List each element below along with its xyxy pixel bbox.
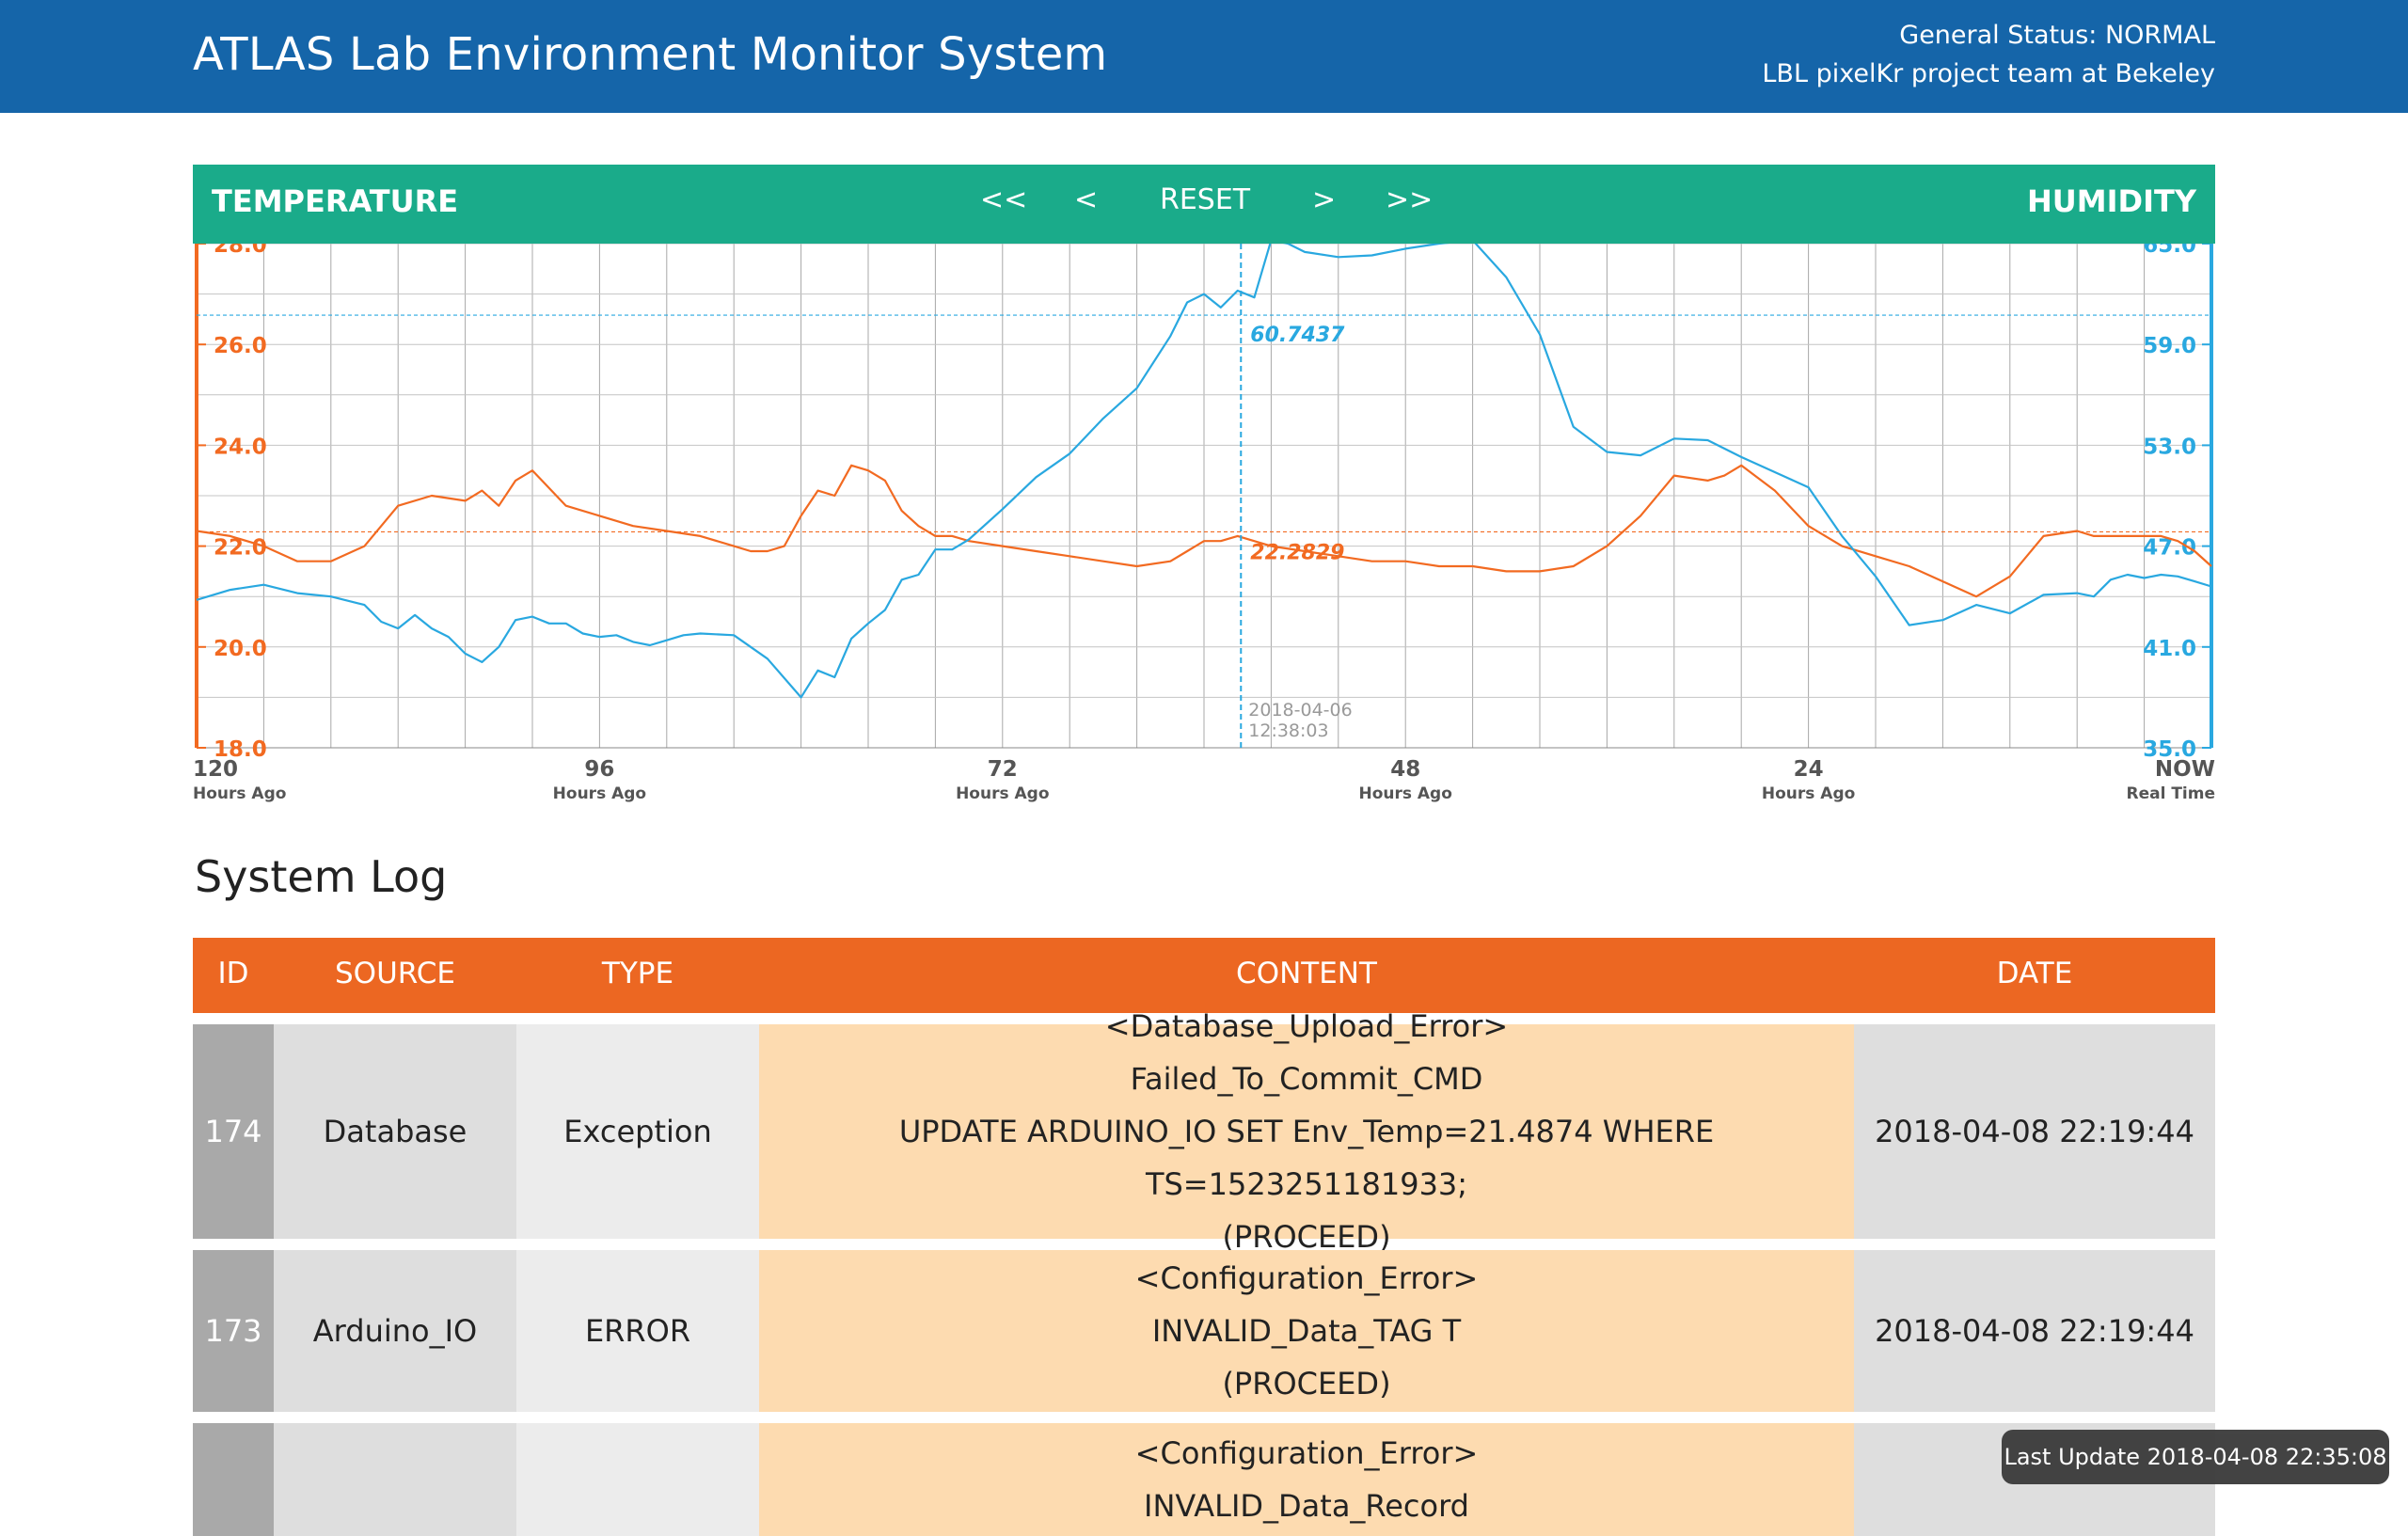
team-label: LBL pixelKr project team at Bekeley — [1762, 59, 2215, 88]
general-status: General Status: NORMAL — [1899, 21, 2215, 50]
cursor-humidity-label: 60.7437 — [1250, 324, 1345, 347]
content-line: <Database_Upload_Error> — [1104, 1008, 1509, 1044]
x-axis-tick-label: NOW — [2155, 757, 2215, 782]
table-row: 173 Arduino_IO ERROR <Configuration_Erro… — [193, 1250, 2215, 1412]
row-content: <Database_Upload_Error> Failed_To_Commit… — [759, 1008, 1854, 1255]
x-axis-tick-sublabel: Hours Ago — [1762, 784, 1855, 803]
row-type: Exception — [516, 1024, 759, 1239]
row-type — [516, 1423, 759, 1536]
row-date: 2018-04-08 22:19:44 — [1854, 1024, 2215, 1239]
row-date: 2018-04-08 22:19:44 — [1854, 1250, 2215, 1412]
last-update-toast: Last Update 2018-04-08 22:35:08 — [2002, 1430, 2389, 1484]
system-log-title: System Log — [195, 851, 448, 902]
table-row: 174 Database Exception <Database_Upload_… — [193, 1008, 2215, 1255]
system-log-table: ID SOURCE TYPE CONTENT DATE 174 Database… — [193, 938, 2215, 1536]
row-source: Database — [274, 1024, 516, 1239]
column-header-date: DATE — [1996, 957, 2073, 990]
right-axis-tick-label: 59.0 — [2143, 334, 2196, 358]
jump-last-button[interactable]: >> — [1386, 183, 1433, 216]
content-line: Failed_To_Commit_CMD — [1130, 1061, 1483, 1097]
left-axis-tick-label: 24.0 — [214, 435, 267, 459]
humidity-label: HUMIDITY — [2027, 183, 2196, 219]
column-header-source: SOURCE — [335, 957, 455, 990]
cursor-time-label: 12:38:03 — [1248, 720, 1328, 741]
left-axis-tick-label: 26.0 — [214, 334, 267, 358]
x-axis-tick-sublabel: Real Time — [2126, 784, 2215, 803]
x-axis-tick-label: 24 — [1794, 757, 1824, 782]
previous-button[interactable]: < — [1074, 183, 1098, 216]
left-axis-tick-label: 20.0 — [214, 637, 267, 661]
x-axis-tick-label: 120 — [193, 757, 238, 782]
content-line: <Configuration_Error> — [1134, 1260, 1479, 1296]
row-id: 173 — [193, 1250, 274, 1412]
x-axis-tick-label: 48 — [1390, 757, 1420, 782]
x-axis-tick-sublabel: Hours Ago — [193, 784, 286, 803]
content-line: INVALID_Data_Record — [1144, 1488, 1469, 1524]
temperature-label: TEMPERATURE — [212, 183, 459, 219]
temperature-humidity-line-chart[interactable]: 28.026.024.022.020.018.065.059.053.047.0… — [193, 244, 2215, 804]
content-line: <Configuration_Error> — [1134, 1435, 1479, 1471]
x-axis-tick-sublabel: Hours Ago — [553, 784, 646, 803]
right-axis-tick-label: 65.0 — [2143, 244, 2196, 258]
environment-chart-card: TEMPERATURE << < RESET > >> HUMIDITY 28.… — [193, 165, 2215, 804]
x-axis-tick-sublabel: Hours Ago — [1358, 784, 1451, 803]
x-axis-tick-label: 96 — [584, 757, 614, 782]
row-type: ERROR — [516, 1250, 759, 1412]
table-row: <Configuration_Error> INVALID_Data_Recor… — [193, 1423, 2215, 1536]
reset-button[interactable]: RESET — [1160, 183, 1250, 216]
content-line: INVALID_Data_TAG T — [1151, 1313, 1462, 1349]
row-source — [274, 1423, 516, 1536]
row-content: <Configuration_Error> INVALID_Data_TAG T… — [759, 1250, 1854, 1412]
row-content: <Configuration_Error> INVALID_Data_Recor… — [759, 1423, 1854, 1536]
column-header-content: CONTENT — [1236, 957, 1377, 990]
x-axis-tick-label: 72 — [988, 757, 1018, 782]
x-axis-tick-sublabel: Hours Ago — [956, 784, 1049, 803]
column-header-type: TYPE — [601, 957, 674, 990]
right-axis-tick-label: 41.0 — [2143, 637, 2196, 661]
row-id — [193, 1423, 274, 1536]
jump-first-button[interactable]: << — [980, 183, 1027, 216]
row-id: 174 — [193, 1024, 274, 1239]
cursor-temperature-label: 22.2829 — [1250, 541, 1344, 564]
next-button[interactable]: > — [1312, 183, 1336, 216]
content-line: (PROCEED) — [1222, 1366, 1391, 1401]
chart-header: TEMPERATURE << < RESET > >> HUMIDITY — [193, 165, 2215, 244]
content-line: UPDATE ARDUINO_IO SET Env_Temp=21.4874 W… — [898, 1114, 1715, 1202]
app-title: ATLAS Lab Environment Monitor System — [193, 28, 1108, 81]
cursor-date-label: 2018-04-06 — [1248, 700, 1352, 720]
right-axis-tick-label: 53.0 — [2143, 435, 2196, 459]
row-source: Arduino_IO — [274, 1250, 516, 1412]
column-header-id: ID — [217, 957, 249, 990]
top-header: ATLAS Lab Environment Monitor System Gen… — [0, 0, 2408, 113]
left-axis-tick-label: 28.0 — [214, 244, 267, 258]
